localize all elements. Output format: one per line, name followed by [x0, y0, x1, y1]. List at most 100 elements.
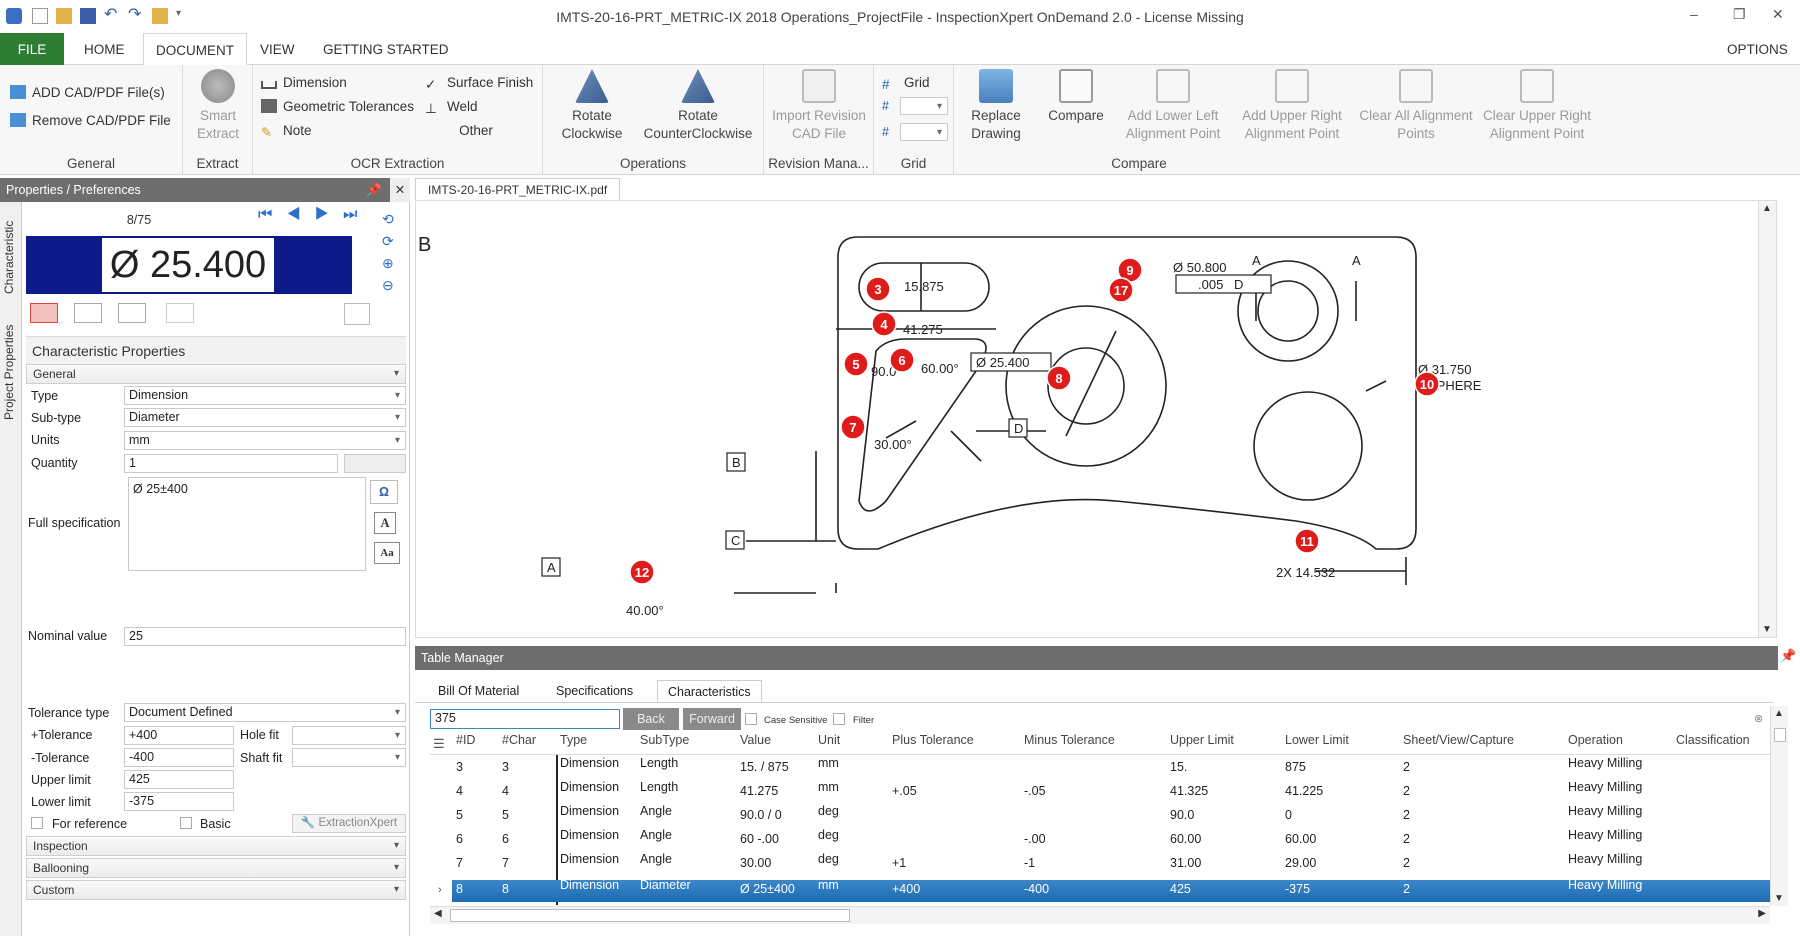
tab-view[interactable]: VIEW [248, 33, 307, 65]
subtype-select[interactable]: Diameter [124, 408, 406, 427]
forward-button[interactable]: Forward [683, 708, 741, 730]
table-vscrollbar[interactable]: ▲ ▼ [1770, 706, 1788, 906]
extractionxpert-button[interactable]: 🔧 ExtractionXpert [292, 814, 406, 833]
scroll-up-icon[interactable]: ▲ [1762, 203, 1772, 214]
units-select[interactable]: mm [124, 431, 406, 450]
column-header--char[interactable]: #Char [502, 733, 536, 747]
next-icon[interactable]: ▶ [315, 206, 343, 223]
column-header-upper-limit[interactable]: Upper Limit [1170, 733, 1234, 747]
column-header--id[interactable]: #ID [456, 733, 475, 747]
full-spec-input[interactable]: Ø 25±400 [128, 477, 366, 571]
upper-limit-input[interactable]: 425 [124, 770, 234, 789]
tab-home[interactable]: HOME [72, 33, 137, 65]
close-icon[interactable]: ✕ [1772, 6, 1784, 23]
plus-tolerance-input[interactable]: +400 [124, 726, 234, 745]
column-header-sheet-view-capture[interactable]: Sheet/View/Capture [1403, 733, 1514, 747]
grid-toggle[interactable]: # Grid [882, 75, 930, 92]
capture-mode-4-icon[interactable] [166, 303, 194, 323]
minimize-icon[interactable]: – [1690, 6, 1698, 22]
quantity-calc-icon[interactable] [344, 454, 406, 473]
back-button[interactable]: Back [623, 708, 679, 730]
restore-icon[interactable]: ❐ [1733, 6, 1746, 23]
drawing-vscrollbar[interactable]: ▲ ▼ [1758, 201, 1776, 637]
filter-checkbox[interactable] [833, 713, 845, 725]
column-header-classification[interactable]: Classification [1676, 733, 1750, 747]
custom-section[interactable]: Custom [26, 880, 406, 900]
add-upper-right-button[interactable]: Add Upper Right Alignment Point [1232, 69, 1352, 143]
table-scroll-thumb[interactable] [1774, 728, 1786, 742]
capture-mode-2-icon[interactable] [74, 303, 102, 323]
grid-spacing-select[interactable] [900, 123, 948, 141]
prev-icon[interactable]: ◀ [286, 206, 314, 223]
column-header-minus-tolerance[interactable]: Minus Tolerance [1024, 733, 1115, 747]
compare-button[interactable]: Compare [1038, 69, 1114, 125]
tab-specifications[interactable]: Specifications [546, 680, 643, 702]
tab-characteristics[interactable]: Characteristics [657, 680, 762, 702]
tab-document[interactable]: DOCUMENT [143, 33, 247, 65]
shaft-fit-select[interactable] [292, 748, 406, 767]
scroll-down-icon[interactable]: ▼ [1762, 624, 1772, 635]
flip-preview-icon[interactable]: ⟳ [382, 230, 404, 252]
smart-extract-button[interactable]: Smart Extract [183, 69, 253, 143]
geometric-tolerances-button[interactable]: Geometric Tolerances [261, 99, 414, 114]
nominal-input[interactable]: 25 [124, 627, 406, 646]
add-lower-left-button[interactable]: Add Lower Left Alignment Point [1114, 69, 1232, 143]
font-aa-icon[interactable]: Aa [374, 542, 400, 564]
note-button[interactable]: ✎ Note [261, 123, 312, 140]
column-header-unit[interactable]: Unit [818, 733, 840, 747]
inspection-section[interactable]: Inspection [26, 836, 406, 856]
close-panel-icon[interactable]: ✕ [390, 178, 410, 202]
clear-upper-right-button[interactable]: Clear Upper Right Alignment Point [1480, 69, 1594, 143]
surface-finish-button[interactable]: ✓ Surface Finish [425, 75, 533, 92]
table-scroll-up-icon[interactable]: ▲ [1774, 708, 1784, 719]
first-icon[interactable]: ⏮ [258, 206, 286, 223]
zoom-in-icon[interactable]: ⊕ [382, 252, 404, 274]
document-tab[interactable]: IMTS-20-16-PRT_METRIC-IX.pdf [415, 178, 620, 200]
omega-symbol-icon[interactable]: Ω [370, 480, 398, 504]
clear-search-icon[interactable]: ⊗ [1754, 712, 1763, 725]
dimension-button[interactable]: Dimension [261, 75, 347, 90]
vtab-project-properties[interactable]: Project Properties [2, 325, 16, 420]
column-header-type[interactable]: Type [560, 733, 587, 747]
case-sensitive-checkbox[interactable] [745, 713, 757, 725]
hole-fit-select[interactable] [292, 726, 406, 745]
weld-button[interactable]: ⊥ Weld [425, 99, 478, 116]
capture-mode-3-icon[interactable] [118, 303, 146, 323]
basic-checkbox[interactable] [180, 817, 192, 829]
rotate-counterclockwise-button[interactable]: Rotate CounterClockwise [637, 69, 759, 143]
add-cad-button[interactable]: ADD CAD/PDF File(s) [10, 85, 165, 100]
column-header-subtype[interactable]: SubType [640, 733, 689, 747]
table-scroll-down-icon[interactable]: ▼ [1774, 893, 1784, 904]
remove-cad-button[interactable]: Remove CAD/PDF File [10, 113, 171, 128]
import-revision-button[interactable]: Import Revision CAD File [764, 69, 874, 143]
rotate-clockwise-button[interactable]: Rotate Clockwise [547, 69, 637, 143]
column-header-lower-limit[interactable]: Lower Limit [1285, 733, 1349, 747]
table-hscroll-thumb[interactable] [450, 909, 850, 922]
tab-bill-of-material[interactable]: Bill Of Material [428, 680, 529, 702]
pin-icon[interactable]: 📌 [366, 178, 382, 202]
capture-mode-icon[interactable] [30, 303, 58, 323]
clear-all-alignment-button[interactable]: Clear All Alignment Points [1352, 69, 1480, 143]
rotate-preview-icon[interactable]: ⟲ [382, 208, 404, 230]
table-search-input[interactable]: 375 [430, 709, 620, 729]
replace-drawing-button[interactable]: Replace Drawing [954, 69, 1038, 143]
table-hscrollbar[interactable]: ◀ ▶ [430, 906, 1770, 924]
drawing-viewer[interactable]: B B 15.875 41.275 90.0 60.00° 30.00° Ø 2… [415, 200, 1777, 638]
vtab-characteristic[interactable]: Characteristic [2, 221, 16, 294]
table-scroll-right-icon[interactable]: ▶ [1758, 908, 1766, 919]
type-select[interactable]: Dimension [124, 386, 406, 405]
font-a-icon[interactable]: A [374, 512, 396, 534]
last-icon[interactable]: ⏭ [343, 206, 371, 223]
tab-getting-started[interactable]: GETTING STARTED [311, 33, 461, 65]
column-header-plus-tolerance[interactable]: Plus Tolerance [892, 733, 974, 747]
minus-tolerance-input[interactable]: -400 [124, 748, 234, 767]
column-header-value[interactable]: Value [740, 733, 771, 747]
grid-size-select[interactable] [900, 97, 948, 115]
lower-limit-input[interactable]: -375 [124, 792, 234, 811]
options-menu[interactable]: OPTIONS ▾ [1715, 33, 1800, 91]
tolerance-type-select[interactable]: Document Defined [124, 703, 406, 722]
quantity-input[interactable]: 1 [124, 454, 338, 473]
capture-settings-icon[interactable] [344, 303, 370, 325]
for-reference-checkbox[interactable] [31, 817, 43, 829]
zoom-out-icon[interactable]: ⊖ [382, 274, 404, 296]
